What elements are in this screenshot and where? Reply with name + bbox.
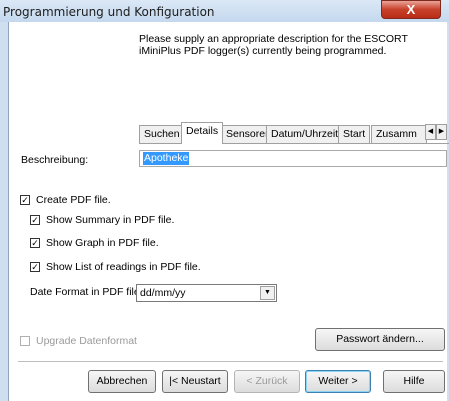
zurueck-button: < Zurück	[234, 370, 300, 393]
show-summary-label: Show Summary in PDF file.	[46, 214, 175, 226]
tab-scroll-left-icon[interactable]: ◀	[425, 124, 436, 140]
beschreibung-label: Beschreibung:	[21, 154, 89, 166]
left-frame	[0, 22, 8, 401]
passwort-button[interactable]: Passwort ändern...	[315, 328, 445, 351]
tab-details[interactable]: Details	[181, 122, 224, 144]
close-button[interactable]: X	[381, 0, 441, 19]
date-format-value: dd/mm/yy	[140, 287, 186, 299]
create-pdf-label: Create PDF file.	[36, 194, 111, 206]
upgrade-label: Upgrade Datenformat	[36, 335, 137, 347]
tab-start[interactable]: Start	[338, 125, 371, 143]
description-text: Please supply an appropriate description…	[139, 33, 408, 57]
show-summary-checkbox[interactable]: ✓	[30, 215, 40, 225]
tab-suchen[interactable]: Suchen	[139, 125, 185, 143]
dialog-window: Programmierung und Konfiguration X Pleas…	[0, 0, 449, 401]
show-list-label: Show List of readings in PDF file.	[46, 261, 201, 273]
tab-scroll: ◀ ▶	[425, 124, 447, 140]
date-format-select[interactable]: dd/mm/yy ▼	[136, 284, 277, 302]
date-format-label: Date Format in PDF file:	[30, 286, 143, 298]
window-title: Programmierung und Konfiguration	[3, 5, 215, 19]
chevron-down-icon[interactable]: ▼	[260, 286, 275, 300]
tab-datum-uhrzeit[interactable]: Datum/Uhrzeit	[266, 125, 344, 143]
tab-zusammenfassung[interactable]: Zusamm	[371, 125, 427, 143]
separator	[18, 361, 443, 362]
upgrade-checkbox	[20, 336, 30, 346]
hilfe-button[interactable]: Hilfe	[383, 370, 445, 393]
beschreibung-value: Apotheke	[143, 152, 190, 165]
beschreibung-input[interactable]: Apotheke	[139, 150, 447, 167]
show-list-checkbox[interactable]: ✓	[30, 262, 40, 272]
tab-scroll-right-icon[interactable]: ▶	[436, 124, 447, 140]
weiter-button[interactable]: Weiter >	[305, 370, 371, 393]
title-bar[interactable]: Programmierung und Konfiguration X	[0, 0, 449, 22]
show-graph-checkbox[interactable]: ✓	[30, 238, 40, 248]
neustart-button[interactable]: |< Neustart	[162, 370, 228, 393]
abbrechen-button[interactable]: Abbrechen	[88, 370, 156, 393]
show-graph-label: Show Graph in PDF file.	[46, 237, 159, 249]
create-pdf-checkbox[interactable]: ✓	[20, 195, 30, 205]
